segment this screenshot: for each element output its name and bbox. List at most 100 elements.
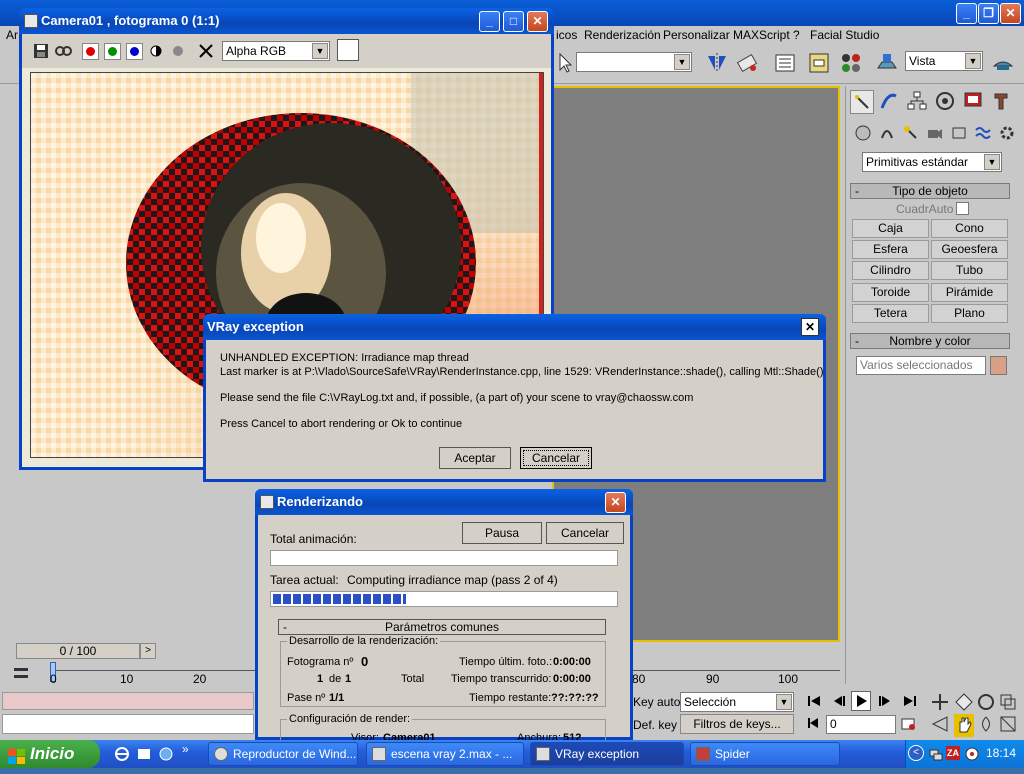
zoom-all-icon[interactable] [954,692,974,715]
alpha-channel-icon[interactable] [149,44,163,61]
pan-hand-icon[interactable] [954,714,974,737]
walkthrough-icon[interactable] [976,714,996,737]
goto-start-icon[interactable] [806,694,824,711]
next-frame-icon[interactable] [876,694,894,711]
material-editor-icon[interactable] [838,50,864,76]
outlook-icon[interactable] [136,746,152,765]
geometry-icon[interactable] [854,124,872,145]
show-desktop-icon[interactable] [158,746,174,765]
monochrome-icon[interactable] [171,44,185,61]
time-slider-next-icon[interactable]: > [140,643,156,659]
maxscript-listener-line[interactable] [2,692,254,710]
time-slider[interactable]: 0 / 100 [16,643,140,659]
rendering-titlebar[interactable]: Renderizando ✕ [255,489,633,515]
ok-button[interactable]: Aceptar [439,447,511,469]
name-color-rollout-header[interactable]: - Nombre y color [850,333,1010,349]
box-button[interactable]: Caja [852,219,929,238]
tube-button[interactable]: Tubo [931,261,1008,280]
helpers-icon[interactable] [950,124,968,145]
layer-manager-icon[interactable] [772,50,798,76]
tray-expand-icon[interactable]: < [908,745,924,761]
sphere-button[interactable]: Esfera [852,240,929,259]
menu-help[interactable]: ? [793,28,800,42]
cylinder-button[interactable]: Cilindro [852,261,929,280]
motion-tab-icon[interactable] [934,90,958,114]
object-name-field[interactable]: Varios seleccionados [856,356,986,375]
cancel-render-button[interactable]: Cancelar [546,522,624,544]
task-media-player[interactable]: Reproductor de Wind... [208,742,358,766]
teapot-button[interactable]: Tetera [852,304,929,323]
utilities-tab-icon[interactable] [990,90,1014,114]
render-frame-titlebar[interactable]: Camera01 , fotograma 0 (1:1) _ □ ✕ [19,8,554,34]
key-filters-button[interactable]: Filtros de keys... [680,714,794,734]
goto-end-icon[interactable] [900,694,918,711]
quick-launch-more-icon[interactable]: » [182,742,189,756]
render-view-dropdown[interactable]: Vista ▼ [905,51,983,71]
blue-channel-toggle[interactable] [126,43,143,60]
render-scene-icon[interactable] [874,50,900,76]
cancel-button[interactable]: Cancelar [520,447,592,469]
align-icon[interactable] [734,50,760,76]
task-3dsmax-scene[interactable]: escena vray 2.max - ... [366,742,524,766]
task-spider[interactable]: Spider [690,742,840,766]
create-tab-icon[interactable] [850,90,874,114]
select-icon[interactable] [552,50,578,76]
task-vray-exception[interactable]: VRay exception [530,742,684,766]
ie-icon[interactable] [114,746,130,765]
clone-window-icon[interactable] [54,42,72,63]
pause-button[interactable]: Pausa [462,522,542,544]
cone-button[interactable]: Cono [931,219,1008,238]
autogrid-checkbox[interactable] [956,202,969,215]
menu-facial-studio[interactable]: Facial Studio [810,28,879,42]
clear-icon[interactable] [197,42,215,63]
vray-dialog-close-icon[interactable]: ✕ [801,318,819,336]
modify-tab-icon[interactable] [878,90,902,114]
object-type-rollout-header[interactable]: - Tipo de objeto [850,183,1010,199]
common-params-rollout-header[interactable]: - Parámetros comunes [278,619,606,635]
named-selection-dropdown[interactable]: ▼ [576,52,692,72]
time-config-icon[interactable] [900,716,918,735]
object-color-swatch[interactable] [990,356,1007,375]
red-channel-toggle[interactable] [82,43,99,60]
save-icon[interactable] [32,42,50,63]
track-bar-icon[interactable] [12,664,30,682]
render-frame-minimize-button[interactable]: _ [479,11,500,32]
background-color-swatch[interactable] [337,39,359,61]
rendering-close-button[interactable]: ✕ [605,492,626,513]
orbit-icon[interactable] [976,692,996,715]
current-frame-field[interactable]: 0 [826,715,896,734]
key-auto-button[interactable]: Key auto [633,695,680,709]
menu-archivo[interactable]: Ar [6,28,18,42]
menu-personalizar[interactable]: Personalizar [663,28,730,42]
def-key-button[interactable]: Def. key [633,718,677,732]
start-button[interactable]: Inicio [0,740,100,768]
lights-icon[interactable] [902,124,920,145]
plane-button[interactable]: Plano [931,304,1008,323]
render-frame-close-button[interactable]: ✕ [527,11,548,32]
min-max-toggle-icon[interactable] [998,714,1018,737]
curve-editor-icon[interactable] [806,50,832,76]
key-selection-dropdown[interactable]: Selección ▼ [680,692,794,712]
systems-icon[interactable] [998,124,1016,145]
field-of-view-icon[interactable] [930,714,950,737]
geosphere-button[interactable]: Geoesfera [931,240,1008,259]
play-icon[interactable] [851,691,871,711]
category-dropdown[interactable]: Primitivas estándar ▼ [862,152,1002,172]
quick-render-icon[interactable] [990,50,1016,76]
menu-renderizacion[interactable]: Renderización [584,28,661,42]
max-minimize-button[interactable]: _ [956,3,977,24]
maximize-viewport-icon[interactable] [998,692,1018,715]
cameras-icon[interactable] [926,124,944,145]
key-mode-icon[interactable] [806,716,824,733]
zoom-icon[interactable] [930,692,950,715]
menu-maxscript[interactable]: MAXScript [733,28,790,42]
menu-graficos[interactable]: icos [556,28,577,42]
status-prompt-line[interactable] [2,714,254,734]
green-channel-toggle[interactable] [104,43,121,60]
pyramid-button[interactable]: Pirámide [931,283,1008,302]
zonealarm-icon[interactable]: ZA [946,746,960,760]
space-warps-icon[interactable] [974,124,992,145]
prev-frame-icon[interactable] [830,694,848,711]
hierarchy-tab-icon[interactable] [906,90,930,114]
shapes-icon[interactable] [878,124,896,145]
